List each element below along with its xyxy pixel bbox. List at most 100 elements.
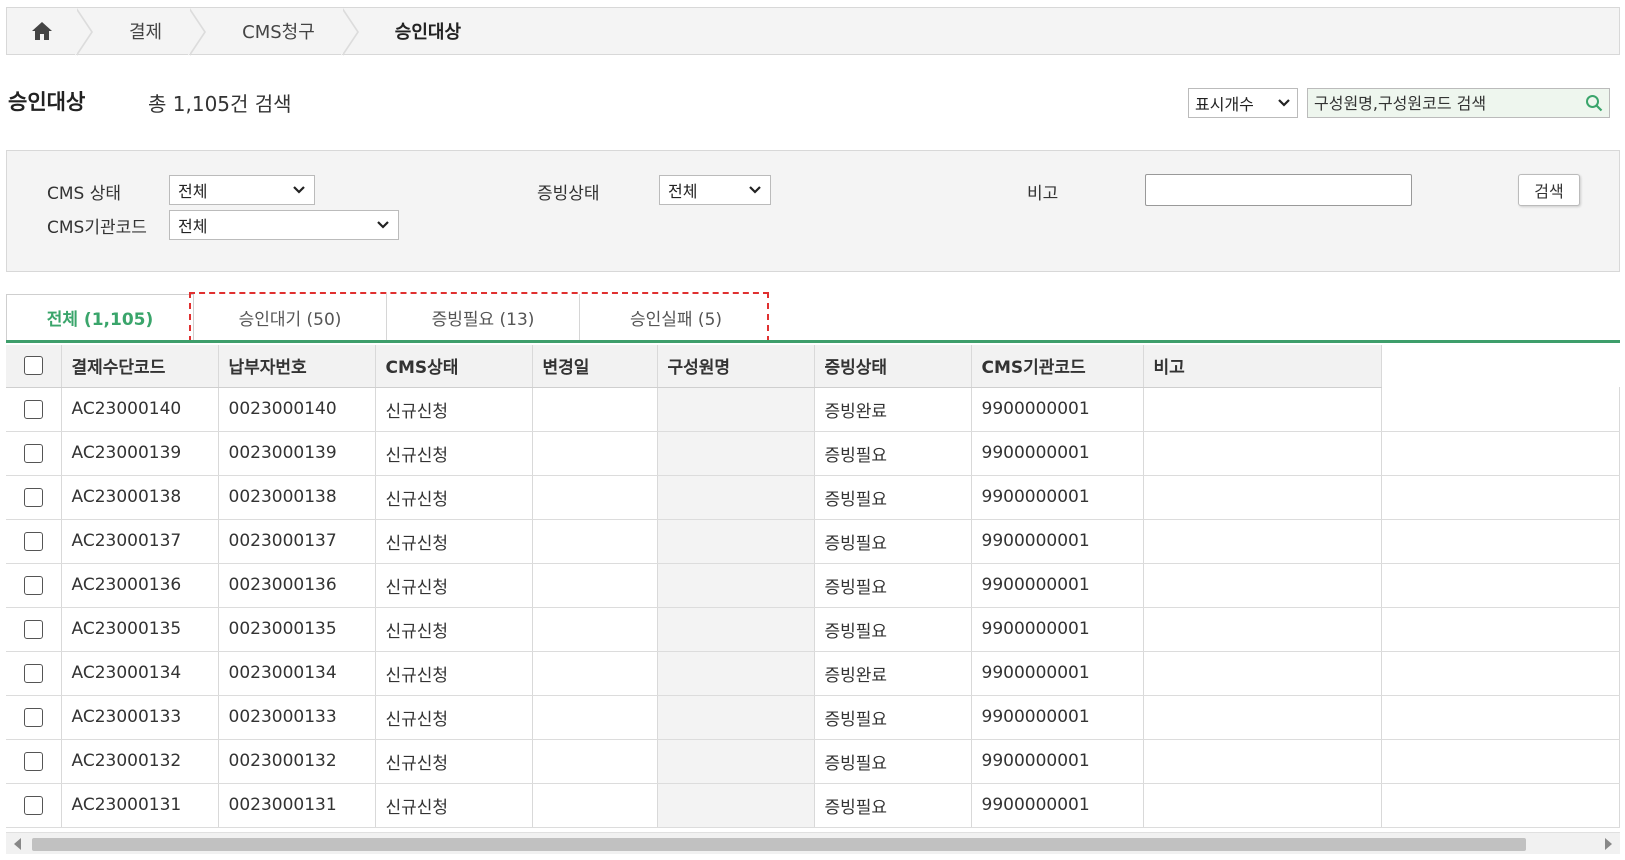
select-all-checkbox[interactable] bbox=[23, 356, 43, 376]
column-header[interactable]: CMS기관코드 bbox=[971, 345, 1144, 388]
row-checkbox-cell[interactable] bbox=[6, 739, 62, 784]
table-row[interactable]: AC23000133 0023000133 신규신청 증빙필요 9900000001 bbox=[6, 695, 1621, 740]
tab-underline bbox=[6, 340, 1620, 343]
search-button[interactable]: 검색 bbox=[1518, 174, 1580, 206]
table-cell bbox=[657, 739, 815, 784]
table-row[interactable]: AC23000140 0023000140 신규신청 증빙완료 9900000001 bbox=[6, 387, 1621, 432]
page-title: 승인대상 bbox=[8, 90, 86, 114]
row-checkbox[interactable] bbox=[23, 795, 43, 815]
column-header[interactable]: 비고 bbox=[1143, 345, 1382, 388]
breadcrumb: 결제 CMS청구 승인대상 bbox=[6, 7, 1620, 56]
evidence-status-select[interactable]: 전체 bbox=[659, 175, 771, 205]
table-row[interactable]: AC23000132 0023000132 신규신청 증빙필요 9900000001 bbox=[6, 739, 1621, 784]
display-count-label: 표시개수 bbox=[1195, 95, 1254, 114]
table-cell: AC23000131 bbox=[61, 783, 219, 828]
search-icon[interactable] bbox=[1585, 94, 1603, 112]
table-cell bbox=[657, 651, 815, 696]
table-cell: 신규신청 bbox=[375, 695, 533, 740]
row-checkbox[interactable] bbox=[23, 619, 43, 639]
institution-code-select[interactable]: 전체 bbox=[169, 210, 399, 240]
table-cell: 증빙필요 bbox=[814, 475, 972, 520]
table-row[interactable]: AC23000137 0023000137 신규신청 증빙필요 9900000001 bbox=[6, 519, 1621, 564]
remark-input[interactable] bbox=[1145, 174, 1412, 206]
table-cell bbox=[1143, 783, 1382, 828]
scroll-left-arrow[interactable] bbox=[14, 838, 21, 850]
row-checkbox-cell[interactable] bbox=[6, 475, 62, 520]
horizontal-scrollbar[interactable] bbox=[6, 832, 1620, 854]
column-header[interactable]: CMS상태 bbox=[375, 345, 533, 388]
table-cell bbox=[1381, 783, 1621, 828]
table-cell: 신규신청 bbox=[375, 563, 533, 608]
row-checkbox[interactable] bbox=[23, 751, 43, 771]
row-checkbox[interactable] bbox=[23, 487, 43, 507]
row-checkbox-cell[interactable] bbox=[6, 387, 62, 432]
breadcrumb-item-current: 승인대상 bbox=[394, 22, 462, 43]
table-cell bbox=[1381, 519, 1621, 564]
table-cell bbox=[1381, 431, 1621, 476]
table-row[interactable]: AC23000138 0023000138 신규신청 증빙필요 9900000001 bbox=[6, 475, 1621, 520]
table-cell: 증빙완료 bbox=[814, 387, 972, 432]
breadcrumb-separator bbox=[188, 8, 212, 56]
table-cell: 신규신청 bbox=[375, 651, 533, 696]
evidence-status-label: 증빙상태 bbox=[537, 184, 600, 204]
column-header[interactable]: 증빙상태 bbox=[814, 345, 972, 388]
row-checkbox[interactable] bbox=[23, 707, 43, 727]
scrollbar-thumb[interactable] bbox=[32, 838, 1526, 851]
select-all-checkbox-cell[interactable] bbox=[6, 345, 62, 388]
table-cell: AC23000132 bbox=[61, 739, 219, 784]
scroll-right-arrow[interactable] bbox=[1605, 838, 1612, 850]
row-checkbox[interactable] bbox=[23, 531, 43, 551]
table-cell bbox=[532, 739, 658, 784]
table-cell: 0023000131 bbox=[218, 783, 376, 828]
table-cell: 9900000001 bbox=[971, 431, 1144, 476]
table-cell bbox=[657, 607, 815, 652]
row-checkbox-cell[interactable] bbox=[6, 431, 62, 476]
row-checkbox-cell[interactable] bbox=[6, 563, 62, 608]
row-checkbox-cell[interactable] bbox=[6, 607, 62, 652]
table-row[interactable]: AC23000134 0023000134 신규신청 증빙완료 9900000001 bbox=[6, 651, 1621, 696]
breadcrumb-item-payment[interactable]: 결제 bbox=[99, 8, 190, 54]
table-cell bbox=[657, 783, 815, 828]
row-checkbox[interactable] bbox=[23, 443, 43, 463]
row-checkbox-cell[interactable] bbox=[6, 651, 62, 696]
table-cell bbox=[532, 695, 658, 740]
table-row[interactable]: AC23000135 0023000135 신규신청 증빙필요 9900000001 bbox=[6, 607, 1621, 652]
result-count: 총 1,105건 검색 bbox=[148, 92, 292, 116]
table-cell: 신규신청 bbox=[375, 783, 533, 828]
evidence-status-value: 전체 bbox=[668, 182, 698, 201]
column-header[interactable]: 납부자번호 bbox=[218, 345, 376, 388]
row-checkbox-cell[interactable] bbox=[6, 695, 62, 740]
table-cell bbox=[532, 607, 658, 652]
display-count-select[interactable]: 표시개수 bbox=[1188, 88, 1298, 118]
breadcrumb-home[interactable] bbox=[7, 8, 77, 54]
table-cell bbox=[1381, 563, 1621, 608]
table-cell: 증빙필요 bbox=[814, 739, 972, 784]
table-cell bbox=[1143, 695, 1382, 740]
table-cell: 신규신청 bbox=[375, 431, 533, 476]
table-cell bbox=[1381, 475, 1621, 520]
cms-status-select[interactable]: 전체 bbox=[169, 175, 315, 205]
table-cell bbox=[1143, 563, 1382, 608]
table-cell: 신규신청 bbox=[375, 519, 533, 564]
row-checkbox-cell[interactable] bbox=[6, 519, 62, 564]
row-checkbox-cell[interactable] bbox=[6, 783, 62, 828]
tab-all[interactable]: 전체 (1,105) bbox=[6, 294, 194, 340]
table-row[interactable]: AC23000131 0023000131 신규신청 증빙필요 9900000001 bbox=[6, 783, 1621, 828]
row-checkbox[interactable] bbox=[23, 663, 43, 683]
table-cell: 9900000001 bbox=[971, 739, 1144, 784]
table-cell: AC23000139 bbox=[61, 431, 219, 476]
table-cell: 신규신청 bbox=[375, 387, 533, 432]
member-search-input[interactable] bbox=[1314, 93, 1585, 113]
column-header[interactable]: 구성원명 bbox=[657, 345, 815, 388]
table-row[interactable]: AC23000139 0023000139 신규신청 증빙필요 9900000001 bbox=[6, 431, 1621, 476]
table-cell bbox=[1381, 651, 1621, 696]
row-checkbox[interactable] bbox=[23, 399, 43, 419]
row-checkbox[interactable] bbox=[23, 575, 43, 595]
breadcrumb-item-cms-billing[interactable]: CMS청구 bbox=[212, 8, 343, 54]
table-row[interactable]: AC23000136 0023000136 신규신청 증빙필요 9900000001 bbox=[6, 563, 1621, 608]
table-cell bbox=[1143, 651, 1382, 696]
column-header[interactable]: 변경일 bbox=[532, 345, 658, 388]
table-cell: 증빙완료 bbox=[814, 651, 972, 696]
column-header[interactable]: 결제수단코드 bbox=[61, 345, 219, 388]
member-search-box bbox=[1307, 88, 1610, 118]
